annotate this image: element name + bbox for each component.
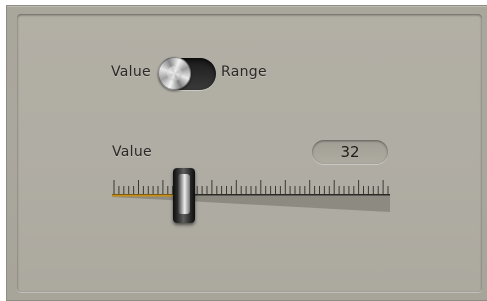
toggle-right-label: Range — [221, 64, 267, 80]
slider-wedge — [112, 194, 390, 212]
value-readout-text: 32 — [340, 143, 360, 161]
value-slider-track[interactable] — [112, 170, 390, 230]
toggle-left-label: Value — [111, 64, 151, 80]
value-readout[interactable]: 32 — [312, 140, 388, 164]
slider-label: Value — [112, 144, 152, 160]
slider-thumb[interactable] — [173, 168, 196, 223]
wedge-shadow — [112, 194, 390, 212]
toggle-knob[interactable] — [158, 57, 191, 90]
value-range-toggle[interactable] — [158, 57, 216, 90]
window: Value Range Value 32 — [0, 0, 487, 301]
panel-inset — [17, 14, 482, 292]
settings-panel — [6, 5, 487, 301]
